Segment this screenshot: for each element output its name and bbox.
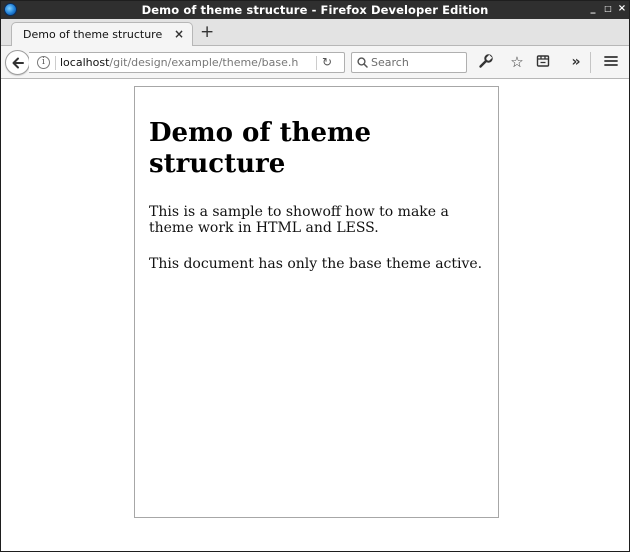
reload-icon[interactable]: ↻ <box>322 55 332 69</box>
url-path: /git/design/example/theme/base.h <box>109 56 299 69</box>
page-heading: Demo of theme structure <box>149 118 372 179</box>
minimize-button[interactable]: _ <box>587 2 599 16</box>
close-window-button[interactable]: × <box>616 2 628 16</box>
paragraph-base-theme: This document has only the base theme ac… <box>149 256 483 272</box>
bookmark-star-icon[interactable]: ☆ <box>508 53 526 71</box>
theme-demo-container: Demo of theme structure This is a sample… <box>134 86 499 518</box>
navigation-toolbar: i localhost/git/design/example/theme/bas… <box>1 46 629 79</box>
overflow-chevron-icon[interactable]: » <box>567 53 585 71</box>
tab-strip: Demo of theme structure × + <box>1 19 629 47</box>
search-icon <box>357 57 368 68</box>
url-bar[interactable]: i localhost/git/design/example/theme/bas… <box>29 52 345 73</box>
back-button[interactable] <box>5 50 30 75</box>
info-icon[interactable]: i <box>37 56 50 69</box>
window-title: Demo of theme structure - Firefox Develo… <box>141 3 489 17</box>
tab-close-icon[interactable]: × <box>174 27 184 41</box>
url-divider <box>55 56 56 70</box>
maximize-button[interactable]: □ <box>602 2 614 16</box>
page-content: Demo of theme structure This is a sample… <box>1 80 629 551</box>
wrench-icon[interactable] <box>477 53 495 71</box>
hamburger-menu-icon[interactable] <box>602 53 620 71</box>
pocket-icon[interactable] <box>534 53 552 71</box>
new-tab-button[interactable]: + <box>200 22 214 42</box>
tab-title: Demo of theme structure <box>23 28 163 41</box>
search-box[interactable] <box>351 52 467 73</box>
reload-divider <box>316 56 317 70</box>
paragraph-intro: This is a sample to showoff how to make … <box>149 204 449 236</box>
title-bar: Demo of theme structure - Firefox Develo… <box>1 1 629 19</box>
url-text[interactable]: localhost/git/design/example/theme/base.… <box>60 56 322 69</box>
toolbar-divider <box>590 52 591 73</box>
tab-demo-of-theme-structure[interactable]: Demo of theme structure × <box>11 22 193 47</box>
back-arrow-icon <box>12 57 24 69</box>
url-host: localhost <box>60 56 110 69</box>
search-input[interactable] <box>371 55 463 70</box>
browser-window: Demo of theme structure - Firefox Develo… <box>0 0 630 552</box>
